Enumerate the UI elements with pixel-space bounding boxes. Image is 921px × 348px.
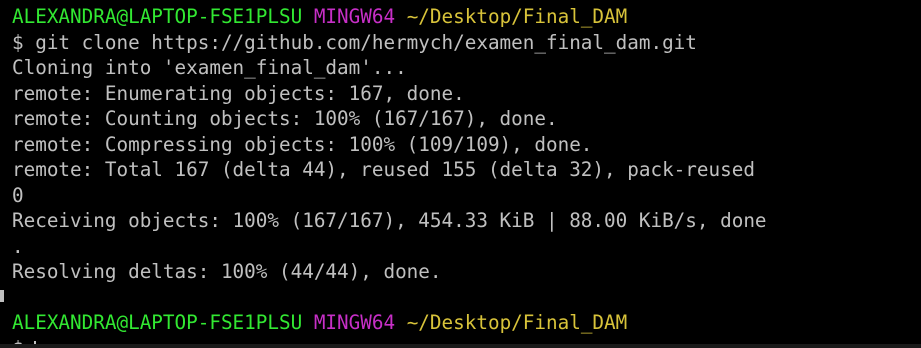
prompt-env: MINGW64 (313, 311, 396, 334)
output-line: Resolving deltas: 100% (44/44), done. (12, 260, 442, 283)
prompt-line: ALEXANDRA@LAPTOP-FSE1PLSU MINGW64 ~/Desk… (12, 4, 921, 30)
prompt-env: MINGW64 (313, 5, 396, 28)
prompt-line: ALEXANDRA@LAPTOP-FSE1PLSU MINGW64 ~/Desk… (12, 310, 921, 336)
prompt-user-host: ALEXANDRA@LAPTOP-FSE1PLSU (12, 311, 303, 334)
output-line: remote: Enumerating objects: 167, done. (12, 81, 465, 105)
prompt-user-host: ALEXANDRA@LAPTOP-FSE1PLSU (12, 5, 303, 28)
output-line: . (12, 234, 24, 258)
window-edge-marker (0, 290, 4, 302)
output-line: 0 (12, 183, 24, 207)
terminal-output: ALEXANDRA@LAPTOP-FSE1PLSU MINGW64 ~/Desk… (12, 4, 921, 348)
output-line: remote: Counting objects: 100% (167/167)… (12, 107, 558, 130)
prompt-path: ~/Desktop/Final_DAM (406, 5, 628, 28)
prompt-path: ~/Desktop/Final_DAM (406, 311, 628, 334)
window-bottom-edge (0, 344, 921, 348)
output-line: remote: Compressing objects: 100% (109/1… (12, 132, 593, 156)
output-line: Receiving objects: 100% (167/167), 454.3… (12, 209, 767, 232)
terminal-window[interactable]: ALEXANDRA@LAPTOP-FSE1PLSU MINGW64 ~/Desk… (0, 0, 921, 348)
output-line: remote: Total 167 (delta 44), reused 155… (12, 158, 755, 181)
output-line: Cloning into 'examen_final_dam'... (12, 56, 407, 79)
command-line: $ git clone https://github.com/hermych/e… (12, 30, 697, 54)
